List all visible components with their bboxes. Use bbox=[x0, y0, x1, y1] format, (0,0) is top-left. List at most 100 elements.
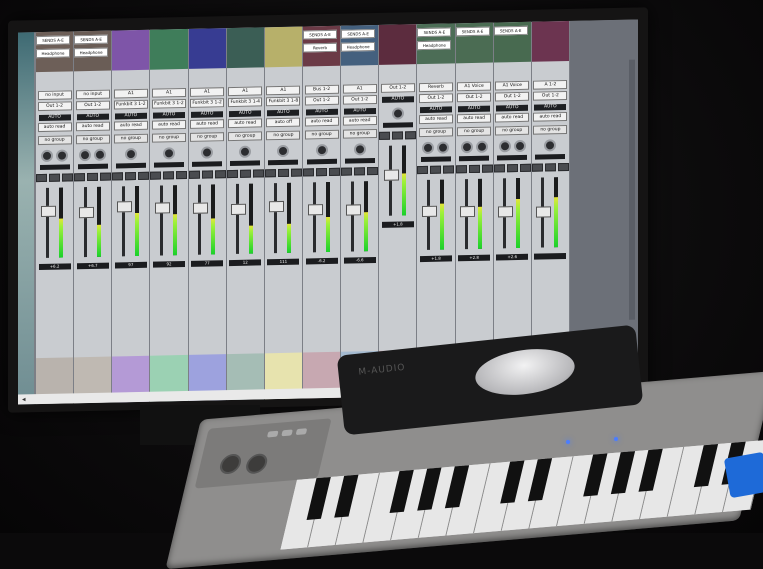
volume-fader[interactable] bbox=[78, 206, 94, 219]
send-slot[interactable]: Headphone bbox=[341, 42, 376, 52]
mute-button[interactable] bbox=[405, 131, 417, 140]
group-selector[interactable]: no group bbox=[151, 132, 186, 143]
output-selector[interactable]: Out 1-2 bbox=[304, 95, 339, 106]
input-selector[interactable]: A1 bbox=[151, 87, 186, 98]
automation-mode-selector[interactable]: auto read bbox=[342, 115, 377, 126]
group-selector[interactable]: no group bbox=[418, 127, 453, 138]
automation-mode-selector[interactable]: auto off bbox=[266, 117, 301, 128]
solo-button[interactable] bbox=[430, 165, 442, 174]
record-button[interactable] bbox=[341, 167, 353, 176]
input-selector[interactable]: A1 bbox=[342, 83, 377, 94]
pan-knob-icon[interactable] bbox=[391, 107, 404, 120]
group-selector[interactable]: no group bbox=[342, 128, 377, 139]
send-slot[interactable]: Reverb bbox=[302, 42, 337, 53]
send-slot[interactable]: Headphone bbox=[417, 40, 452, 51]
record-button[interactable] bbox=[226, 169, 238, 179]
pan-knob-icon[interactable] bbox=[56, 149, 69, 162]
pan-knob-icon[interactable] bbox=[460, 140, 473, 154]
output-selector[interactable]: Out 1-2 bbox=[37, 101, 72, 112]
solo-button[interactable] bbox=[277, 168, 289, 178]
solo-button[interactable] bbox=[392, 131, 404, 140]
input-selector[interactable]: A1 bbox=[228, 86, 263, 97]
mute-button[interactable] bbox=[176, 170, 188, 180]
group-selector[interactable]: no group bbox=[266, 130, 301, 141]
pan-knob-icon[interactable] bbox=[315, 144, 328, 157]
input-selector[interactable]: A1 Voice bbox=[457, 81, 492, 92]
solo-button[interactable] bbox=[506, 164, 518, 173]
input-selector[interactable]: no input bbox=[75, 89, 110, 100]
pan-knob-icon[interactable] bbox=[162, 147, 175, 160]
record-button[interactable] bbox=[417, 165, 429, 175]
mute-button[interactable] bbox=[214, 170, 226, 179]
mute-button[interactable] bbox=[367, 166, 379, 176]
output-selector[interactable]: Out 1-2 bbox=[457, 92, 492, 103]
solo-button[interactable] bbox=[239, 169, 251, 178]
pan-knob-icon[interactable] bbox=[239, 145, 252, 158]
pan-knob-icon[interactable] bbox=[124, 148, 137, 161]
group-selector[interactable]: no group bbox=[190, 132, 225, 142]
output-selector[interactable]: Out 1-2 bbox=[495, 91, 530, 102]
volume-fader[interactable] bbox=[421, 205, 437, 218]
record-button[interactable] bbox=[74, 173, 86, 182]
input-selector[interactable]: A1 bbox=[113, 88, 148, 99]
volume-fader[interactable] bbox=[460, 205, 476, 218]
automation-mode-selector[interactable]: auto read bbox=[75, 121, 110, 132]
record-button[interactable] bbox=[455, 165, 467, 174]
volume-fader[interactable] bbox=[40, 205, 56, 218]
pan-knob-icon[interactable] bbox=[422, 141, 435, 155]
output-selector[interactable]: Funkbit 3 1-2 bbox=[113, 99, 148, 110]
automation-mode-selector[interactable]: auto read bbox=[151, 119, 186, 130]
pan-knob-icon[interactable] bbox=[475, 140, 488, 153]
output-selector[interactable]: Funkbit 3 1-8 bbox=[266, 96, 301, 107]
mute-button[interactable] bbox=[138, 171, 150, 180]
pan-knob-icon[interactable] bbox=[437, 141, 450, 154]
output-selector[interactable]: Funkbit 3 1-2 bbox=[151, 98, 186, 109]
output-selector[interactable]: Out 1-2 bbox=[75, 100, 110, 111]
record-button[interactable] bbox=[188, 170, 200, 179]
pan-knob-icon[interactable] bbox=[79, 148, 92, 162]
automation-mode-selector[interactable]: auto read bbox=[304, 116, 339, 127]
input-selector[interactable]: Reverb bbox=[418, 82, 453, 93]
group-selector[interactable]: no group bbox=[113, 133, 148, 144]
automation-mode-selector[interactable]: auto read bbox=[228, 118, 263, 129]
group-selector[interactable]: no group bbox=[228, 131, 263, 142]
group-selector[interactable]: no group bbox=[37, 135, 72, 146]
automation-mode-selector[interactable]: auto read bbox=[113, 120, 148, 131]
mute-button[interactable] bbox=[481, 164, 493, 173]
mute-button[interactable] bbox=[443, 165, 455, 174]
output-selector[interactable]: Out 1-2 bbox=[533, 90, 568, 101]
mute-button[interactable] bbox=[519, 163, 531, 172]
mute-button[interactable] bbox=[557, 162, 569, 172]
volume-fader[interactable] bbox=[193, 202, 209, 214]
input-selector[interactable]: A 1-2 bbox=[533, 79, 568, 90]
automation-mode-selector[interactable]: auto read bbox=[457, 113, 492, 124]
solo-button[interactable] bbox=[316, 168, 328, 177]
record-button[interactable] bbox=[36, 173, 48, 183]
mute-button[interactable] bbox=[329, 167, 341, 176]
pan-knob-icon[interactable] bbox=[277, 144, 290, 158]
record-button[interactable] bbox=[379, 131, 391, 140]
pan-knob-icon[interactable] bbox=[94, 148, 107, 161]
record-button[interactable] bbox=[303, 168, 315, 177]
group-selector[interactable]: no group bbox=[304, 129, 339, 140]
solo-button[interactable] bbox=[354, 167, 366, 176]
output-selector[interactable]: Funkbit 3 1-2 bbox=[190, 98, 225, 108]
volume-fader[interactable] bbox=[498, 206, 514, 218]
group-selector[interactable]: no group bbox=[533, 124, 568, 135]
automation-mode-selector[interactable]: auto read bbox=[418, 114, 453, 125]
send-slot[interactable]: Headphone bbox=[36, 48, 70, 59]
pan-knob-icon[interactable] bbox=[498, 140, 511, 153]
pan-knob-icon[interactable] bbox=[201, 146, 214, 159]
group-selector[interactable]: no group bbox=[495, 125, 530, 136]
solo-button[interactable] bbox=[201, 170, 213, 179]
mute-button[interactable] bbox=[290, 168, 302, 177]
input-selector[interactable]: A1 bbox=[266, 85, 301, 96]
solo-button[interactable] bbox=[125, 172, 137, 181]
input-selector[interactable]: Bus 1-2 bbox=[304, 84, 339, 95]
volume-fader[interactable] bbox=[536, 206, 552, 218]
automation-mode-selector[interactable]: auto read bbox=[37, 122, 72, 133]
output-selector[interactable]: Funkbit 3 1-4 bbox=[228, 97, 263, 108]
automation-mode-selector[interactable]: auto read bbox=[533, 111, 568, 122]
pan-knob-icon[interactable] bbox=[513, 139, 526, 153]
send-slot[interactable]: Headphone bbox=[74, 47, 109, 58]
